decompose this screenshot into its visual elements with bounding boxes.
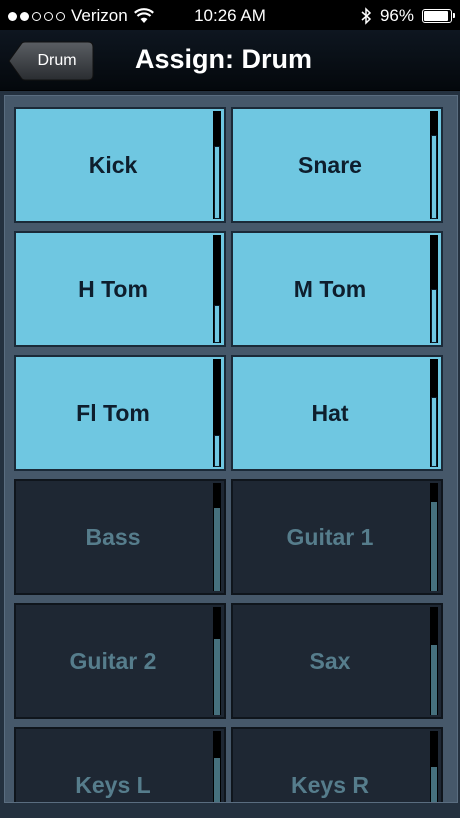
channel-tile[interactable]: Keys L (14, 727, 226, 802)
page-title: Assign: Drum (135, 44, 313, 74)
level-meter (213, 731, 221, 802)
battery-level (424, 11, 448, 21)
channel-tile[interactable]: Sax (231, 603, 443, 719)
channel-tile[interactable]: M Tom (231, 231, 443, 347)
status-right: 96% (360, 6, 455, 26)
channel-name: Sax (309, 647, 351, 674)
level-meter-fill (214, 507, 220, 591)
level-meter-fill (214, 434, 220, 467)
level-meter (213, 111, 221, 219)
level-meter (213, 607, 221, 715)
level-meter (430, 483, 438, 591)
channel-name: Hat (311, 399, 349, 426)
channel-grid-frame: Kick Snare H Tom M Tom Fl Tom Hat Bass Guitar 1… (4, 95, 458, 803)
channel-tile[interactable]: Guitar 1 (231, 479, 443, 595)
status-bar: Verizon 10:26 AM 96% (0, 0, 460, 30)
assign-panel: Kick Snare H Tom M Tom Fl Tom Hat Bass Guitar 1… (0, 91, 460, 818)
channel-name: M Tom (293, 275, 367, 302)
channel-name: Keys L (75, 771, 151, 798)
channel-tile[interactable]: Fl Tom (14, 355, 226, 471)
level-meter-fill (431, 766, 437, 802)
channel-tile[interactable]: Hat (231, 355, 443, 471)
level-meter (430, 607, 438, 715)
back-button[interactable]: Drum (8, 41, 94, 81)
channel-tile[interactable]: Bass (14, 479, 226, 595)
channel-tile[interactable]: Kick (14, 107, 226, 223)
level-meter (430, 235, 438, 343)
level-meter (430, 359, 438, 467)
channel-tile[interactable]: Guitar 2 (14, 603, 226, 719)
battery-icon (422, 9, 455, 23)
level-meter (213, 483, 221, 591)
channel-tile[interactable]: H Tom (14, 231, 226, 347)
battery-percent: 96% (379, 6, 414, 25)
level-meter (213, 235, 221, 343)
channel-name: Guitar 2 (69, 647, 157, 674)
level-meter (430, 731, 438, 802)
level-meter-fill (214, 758, 220, 802)
level-meter-fill (431, 396, 437, 467)
channel-name: Keys R (291, 771, 369, 798)
channel-name: Kick (88, 151, 138, 178)
level-meter-fill (214, 145, 220, 219)
level-meter-fill (431, 644, 437, 715)
level-meter-fill (431, 289, 437, 343)
back-button-label: Drum (37, 52, 77, 69)
channel-name: H Tom (78, 275, 148, 302)
bluetooth-icon (361, 7, 372, 25)
channel-name: Guitar 1 (286, 523, 374, 550)
channel-name: Snare (298, 151, 362, 178)
channel-name: Fl Tom (76, 399, 150, 426)
channel-tile[interactable]: Keys R (231, 727, 443, 802)
level-meter-fill (214, 305, 220, 343)
navigation-bar: Drum Assign: Drum (0, 30, 460, 91)
level-meter-fill (431, 134, 437, 219)
level-meter (430, 111, 438, 219)
level-meter-fill (214, 639, 220, 715)
channel-tile[interactable]: Snare (231, 107, 443, 223)
channel-name: Bass (85, 523, 141, 550)
level-meter (213, 359, 221, 467)
level-meter-fill (431, 502, 437, 591)
